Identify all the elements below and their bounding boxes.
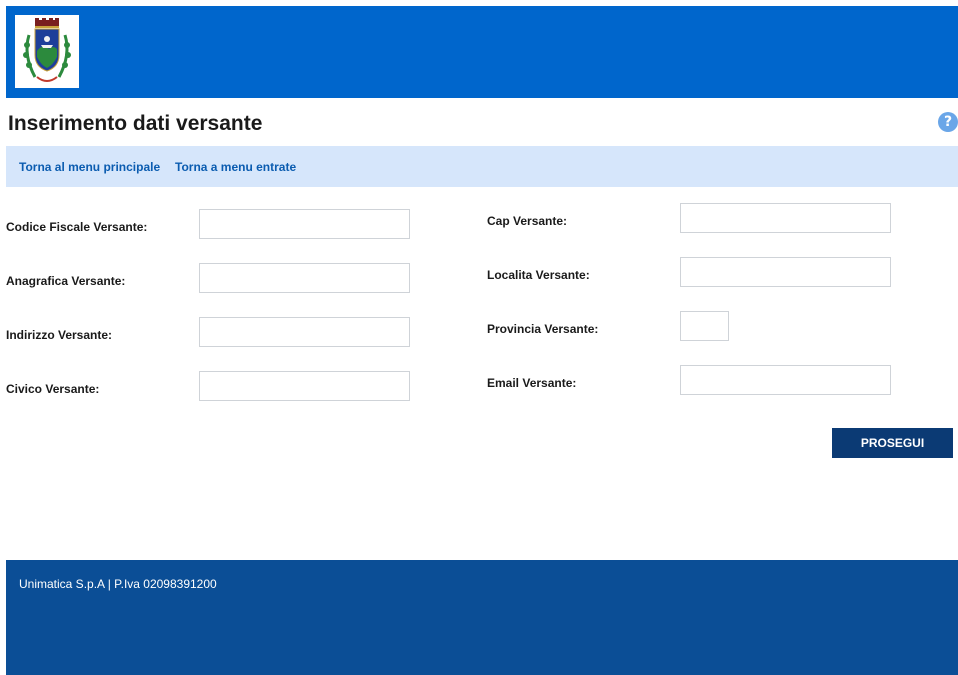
provincia-input[interactable] [680, 311, 729, 341]
navigation-bar: Torna al menu principale Torna a menu en… [6, 146, 958, 187]
codice-fiscale-input[interactable] [199, 209, 410, 239]
anagrafica-label: Anagrafica Versante: [6, 274, 126, 288]
cap-input[interactable] [680, 203, 891, 233]
indirizzo-label: Indirizzo Versante: [6, 328, 113, 342]
page-title: Inserimento dati versante [8, 112, 263, 135]
municipal-crest-logo[interactable] [15, 15, 79, 88]
email-input[interactable] [680, 365, 891, 395]
civico-label: Civico Versante: [6, 382, 100, 396]
civico-input[interactable] [199, 371, 410, 401]
link-back-income-menu[interactable]: Torna a menu entrate [175, 160, 296, 174]
crest-icon [23, 18, 71, 82]
cap-label: Cap Versante: [487, 214, 568, 228]
link-back-main-menu[interactable]: Torna al menu principale [19, 160, 160, 174]
provincia-label: Provincia Versante: [487, 322, 599, 336]
prosegui-button[interactable]: PROSEGUI [832, 428, 953, 458]
header-bar [6, 6, 958, 98]
title-row: Inserimento dati versante ? [6, 98, 958, 146]
anagrafica-input[interactable] [199, 263, 410, 293]
localita-label: Localita Versante: [487, 268, 590, 282]
email-label: Email Versante: [487, 376, 577, 390]
localita-input[interactable] [680, 257, 891, 287]
question-mark-icon[interactable]: ? [938, 112, 958, 132]
footer-company-info: Unimatica S.p.A | P.Iva 02098391200 [19, 577, 217, 591]
codice-fiscale-label: Codice Fiscale Versante: [6, 220, 148, 234]
footer: Unimatica S.p.A | P.Iva 02098391200 [6, 560, 958, 675]
indirizzo-input[interactable] [199, 317, 410, 347]
